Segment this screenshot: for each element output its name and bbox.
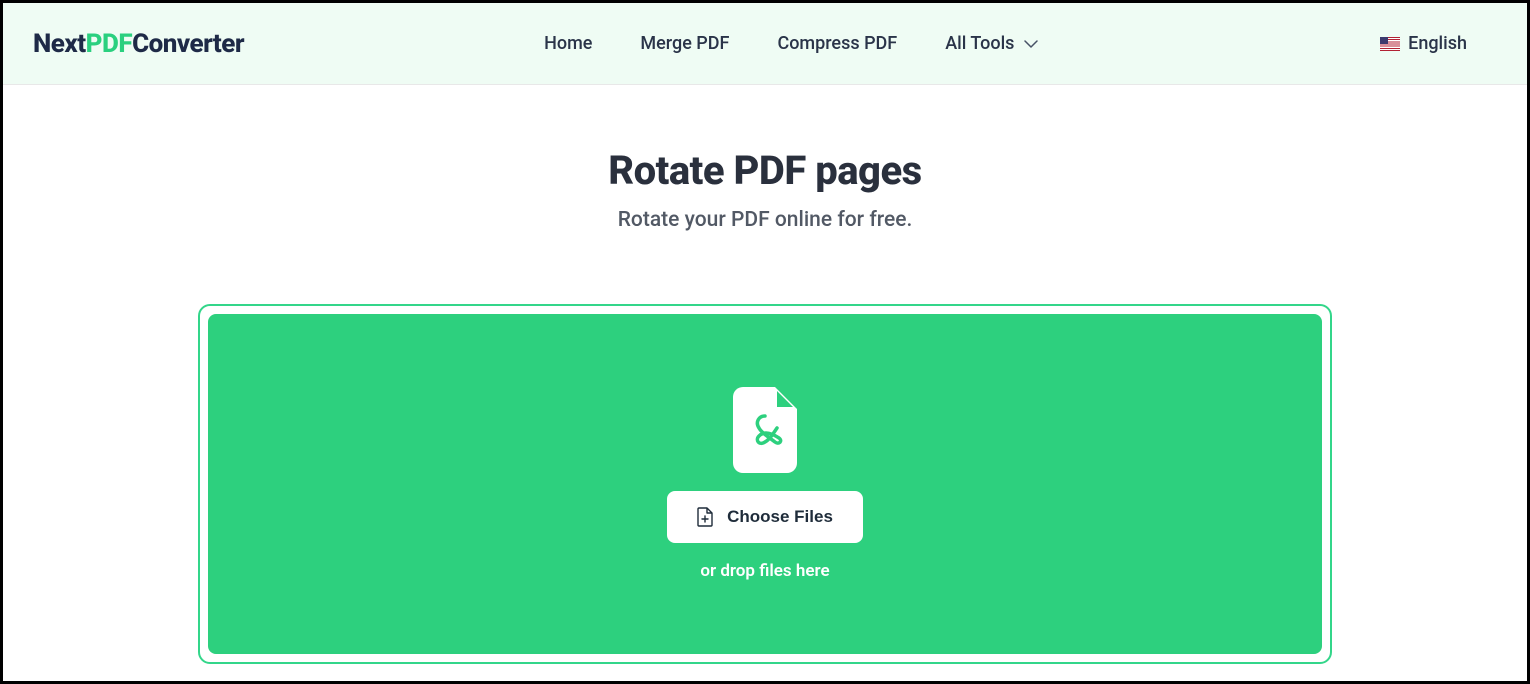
header: NextPDFConverter Home Merge PDF Compress…: [3, 3, 1527, 85]
logo-part2: PDF: [86, 29, 132, 59]
nav-compress-label: Compress PDF: [777, 33, 897, 54]
us-flag-icon: [1380, 37, 1400, 51]
file-dropzone[interactable]: Choose Files or drop files here: [208, 314, 1322, 654]
pdf-file-icon: [733, 387, 797, 473]
nav-compress-pdf[interactable]: Compress PDF: [777, 33, 897, 54]
dropzone-container: Choose Files or drop files here: [198, 304, 1332, 664]
page-subtitle: Rotate your PDF online for free.: [618, 208, 913, 232]
language-label: English: [1408, 33, 1467, 54]
language-selector[interactable]: English: [1380, 33, 1497, 54]
logo-part1: Next: [33, 29, 86, 59]
nav-home-label: Home: [544, 33, 592, 54]
chevron-down-icon: [1024, 40, 1038, 48]
choose-files-label: Choose Files: [727, 507, 833, 527]
nav-merge-pdf[interactable]: Merge PDF: [640, 33, 729, 54]
nav-all-tools[interactable]: All Tools: [945, 33, 1038, 54]
nav-home[interactable]: Home: [544, 33, 592, 54]
choose-files-button[interactable]: Choose Files: [667, 491, 863, 543]
nav-merge-label: Merge PDF: [640, 33, 729, 54]
pdf-glyph-icon: [745, 410, 785, 450]
main-content: Rotate PDF pages Rotate your PDF online …: [3, 85, 1527, 664]
logo[interactable]: NextPDFConverter: [33, 29, 244, 59]
nav-all-tools-label: All Tools: [945, 33, 1014, 54]
main-nav: Home Merge PDF Compress PDF All Tools: [544, 33, 1038, 54]
page-title: Rotate PDF pages: [608, 147, 921, 194]
drop-hint: or drop files here: [700, 561, 829, 581]
logo-part3: Converter: [132, 29, 244, 59]
file-plus-icon: [697, 507, 713, 527]
